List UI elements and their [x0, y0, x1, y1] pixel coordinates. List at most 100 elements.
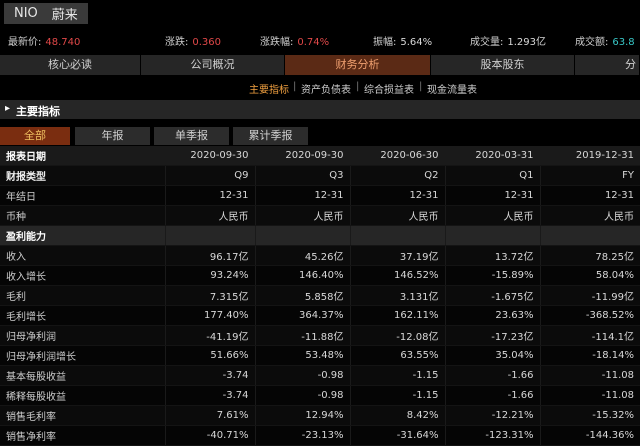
filter-single-quarter[interactable]: 单季报 — [154, 127, 229, 145]
row-value: -11.88亿 — [254, 325, 350, 346]
table-row: 归母净利润增长 51.66% 53.48% 63.55% 35.04% -18.14% — [0, 345, 640, 366]
row-value: Q2 — [349, 165, 445, 186]
row-label: 币种 — [0, 205, 165, 226]
row-value: -0.98 — [254, 385, 350, 406]
row-value: 人民币 — [164, 205, 255, 226]
row-value: -15.89% — [444, 265, 540, 286]
row-value: -1.66 — [444, 385, 540, 406]
row-value: 人民币 — [254, 205, 350, 226]
row-value: -17.23亿 — [444, 325, 540, 346]
row-value: 7.315亿 — [164, 285, 255, 306]
header-date: 2020-09-30 — [254, 146, 350, 166]
quote-amplitude: 振幅: 5.64% — [373, 37, 433, 48]
row-value — [164, 225, 255, 246]
section-header[interactable]: ▸ 主要指标 — [0, 100, 640, 119]
company-name: 蔚来 — [51, 8, 78, 23]
row-value: 5.858亿 — [254, 285, 350, 306]
row-value: -1.15 — [349, 385, 445, 406]
row-value — [444, 225, 540, 246]
tab-company-overview[interactable]: 公司概况 — [141, 55, 285, 75]
row-value: -11.08 — [539, 365, 640, 386]
table-row: 稀释每股收益 -3.74 -0.98 -1.15 -1.66 -11.08 — [0, 385, 640, 406]
row-value: 3.131亿 — [349, 285, 445, 306]
tab-financial-analysis[interactable]: 财务分析 — [285, 55, 431, 75]
row-label: 归母净利润 — [0, 325, 165, 346]
row-value: -41.19亿 — [164, 325, 255, 346]
tab-dividends[interactable]: 分红 — [575, 55, 640, 75]
row-label: 稀释每股收益 — [0, 385, 165, 406]
quote-turnover: 成交额: 63.8 — [575, 37, 635, 48]
row-value — [254, 225, 350, 246]
subtab-income-statement[interactable]: 综合损益表 — [364, 81, 414, 96]
table-header-row: 报表日期 2020-09-30 2020-09-30 2020-06-30 20… — [0, 146, 640, 166]
row-value: -15.32% — [539, 405, 640, 426]
row-value: 96.17亿 — [164, 245, 255, 266]
separator: | — [293, 81, 297, 92]
tab-shareholders[interactable]: 股本股东 — [431, 55, 575, 75]
row-value: 人民币 — [349, 205, 445, 226]
separator: | — [356, 81, 360, 92]
header-date: 2020-09-30 — [164, 146, 255, 166]
table-row: 毛利 7.315亿 5.858亿 3.131亿 -1.675亿 -11.99亿 — [0, 285, 640, 306]
row-value: -31.64% — [349, 425, 445, 446]
row-value: -12.21% — [444, 405, 540, 426]
table-row: 基本每股收益 -3.74 -0.98 -1.15 -1.66 -11.08 — [0, 365, 640, 386]
row-label: 年结日 — [0, 185, 165, 206]
quote-change-percent: 涨跌幅: 0.74% — [260, 37, 330, 48]
tab-core-reading[interactable]: 核心必读 — [0, 55, 141, 75]
row-value: 12-31 — [539, 185, 640, 206]
main-nav: 核心必读 公司概况 财务分析 股本股东 分红 — [0, 55, 640, 75]
ticker-symbol: NIO — [14, 6, 38, 21]
row-label: 收入 — [0, 245, 165, 266]
filter-annual[interactable]: 年报 — [75, 127, 150, 145]
row-value: -11.99亿 — [539, 285, 640, 306]
table-row: 币种 人民币 人民币 人民币 人民币 人民币 — [0, 205, 640, 226]
row-value: 63.55% — [349, 345, 445, 366]
row-value: -1.66 — [444, 365, 540, 386]
row-value: -1.15 — [349, 365, 445, 386]
row-label: 财报类型 — [0, 165, 165, 186]
subtab-key-indicators[interactable]: 主要指标 — [249, 81, 289, 96]
filter-cumulative-quarter[interactable]: 累计季报 — [233, 127, 308, 145]
table-row: 归母净利润 -41.19亿 -11.88亿 -12.08亿 -17.23亿 -114.1亿 — [0, 325, 640, 346]
row-value: 23.63% — [444, 305, 540, 326]
row-value: 人民币 — [444, 205, 540, 226]
separator: | — [419, 81, 423, 92]
row-label: 归母净利润增长 — [0, 345, 165, 366]
table-row: 财报类型 Q9 Q3 Q2 Q1 FY — [0, 165, 640, 186]
row-value: 162.11% — [349, 305, 445, 326]
row-value: 人民币 — [539, 205, 640, 226]
row-value: Q3 — [254, 165, 350, 186]
row-value: Q1 — [444, 165, 540, 186]
row-value: -3.74 — [164, 365, 255, 386]
row-value: 177.40% — [164, 305, 255, 326]
table-row: 收入 96.17亿 45.26亿 37.19亿 13.72亿 78.25亿 — [0, 245, 640, 266]
table-row: 收入增长 93.24% 146.40% 146.52% -15.89% 58.04% — [0, 265, 640, 286]
row-label: 基本每股收益 — [0, 365, 165, 386]
row-value: -0.98 — [254, 365, 350, 386]
row-value: -18.14% — [539, 345, 640, 366]
row-value: 78.25亿 — [539, 245, 640, 266]
quote-change: 涨跌: 0.360 — [165, 37, 222, 48]
sub-nav: 主要指标 | 资产负债表 | 综合损益表 | 现金流量表 — [0, 78, 640, 96]
quote-volume: 成交量: 1.293亿 — [470, 37, 547, 48]
row-value — [539, 225, 640, 246]
row-label: 销售毛利率 — [0, 405, 165, 426]
row-value: 37.19亿 — [349, 245, 445, 266]
caret-right-icon: ▸ — [5, 103, 11, 114]
subtab-cash-flow[interactable]: 现金流量表 — [427, 81, 477, 96]
filter-all[interactable]: 全部 — [0, 127, 70, 145]
subtab-balance-sheet[interactable]: 资产负债表 — [301, 81, 351, 96]
row-value: 93.24% — [164, 265, 255, 286]
stock-title: NIO 蔚来 — [4, 3, 88, 24]
quote-summary: 最新价: 48.740 涨跌: 0.360 涨跌幅: 0.74% 振幅: 5.64% 成… — [0, 29, 640, 49]
financial-indicators-table: 报表日期 2020-09-30 2020-09-30 2020-06-30 20… — [0, 146, 640, 446]
row-value: 35.04% — [444, 345, 540, 366]
row-value: -12.08亿 — [349, 325, 445, 346]
report-filter-tabs: 全部 年报 单季报 累计季报 — [0, 127, 640, 145]
row-value: -40.71% — [164, 425, 255, 446]
table-row: 毛利增长 177.40% 364.37% 162.11% 23.63% -368.52% — [0, 305, 640, 326]
row-value: -368.52% — [539, 305, 640, 326]
row-value: 12-31 — [444, 185, 540, 206]
header-date: 2020-03-31 — [444, 146, 540, 166]
